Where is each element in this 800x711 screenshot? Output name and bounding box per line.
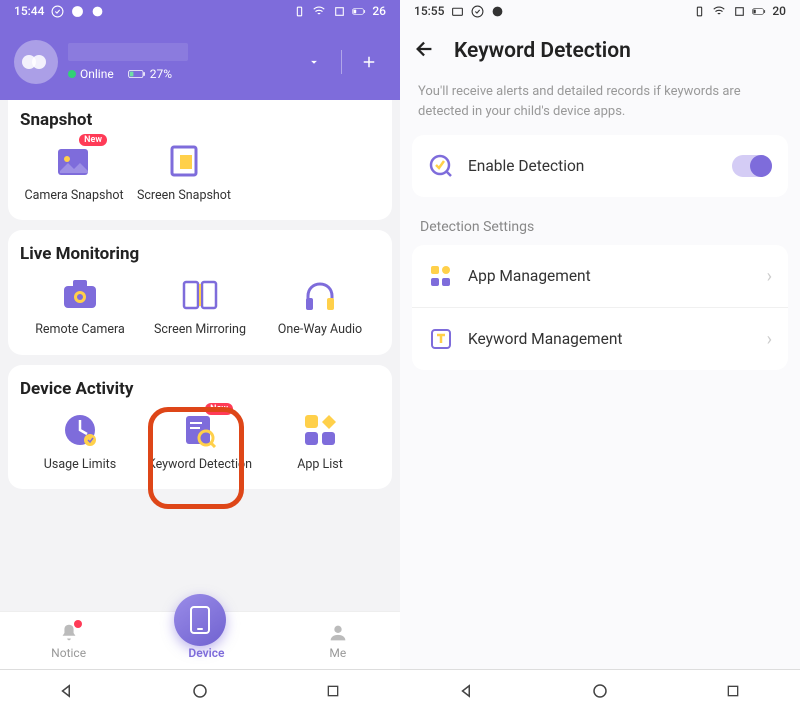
status-battery-pct: 20 [772,4,786,18]
page-description: You'll receive alerts and detailed recor… [400,74,800,135]
home-button[interactable] [170,676,230,706]
keyword-detection-icon: New [179,409,221,451]
one-way-audio-item[interactable]: One-Way Audio [260,274,380,338]
new-badge: New [79,134,107,146]
detection-icon [428,153,454,179]
app-list-item[interactable]: App List [260,409,380,473]
notification-dot [74,620,82,628]
tab-me[interactable]: Me [327,622,349,660]
back-button[interactable] [37,676,97,706]
settings-card: App Management › Keyword Management › [412,245,788,370]
bell-icon [58,622,80,644]
wifi-icon [312,4,326,18]
battery-icon [352,4,366,18]
android-navbar [400,669,800,711]
battery-icon [752,4,766,18]
activity-title: Device Activity [20,379,380,399]
screen-snapshot-item[interactable]: Screen Snapshot [128,140,240,204]
avatar[interactable] [14,40,58,84]
device-battery: 27% [128,67,172,81]
app-management-row[interactable]: App Management › [412,245,788,307]
live-monitoring-card: Live Monitoring Remote Camera Screen Mir… [8,230,392,354]
remote-camera-item[interactable]: Remote Camera [20,274,140,338]
screen-mirroring-icon [179,274,221,316]
home-button[interactable] [570,676,630,706]
android-navbar [0,669,400,711]
app-management-icon [428,263,454,289]
keyword-detection-item[interactable]: New Keyword Detection [140,409,260,473]
back-button[interactable] [414,38,436,64]
vibrate-icon [292,4,306,18]
page-title: Keyword Detection [454,39,631,63]
usage-limits-item[interactable]: Usage Limits [20,409,140,473]
usage-limits-icon [59,409,101,451]
profile-header: Online 27% [0,22,400,100]
back-button[interactable] [437,676,497,706]
tab-notice[interactable]: Notice [51,622,86,660]
screen-mirroring-item[interactable]: Screen Mirroring [140,274,260,338]
recent-button[interactable] [303,676,363,706]
bottom-tabs: Notice Device Me [0,611,400,669]
recent-button[interactable] [703,676,763,706]
globe-icon [490,4,504,18]
status-bar: 15:44 26 [0,0,400,22]
status-time: 15:44 [14,4,44,18]
camera-snapshot-item[interactable]: New Camera Snapshot [20,140,128,204]
vibrate-icon [692,4,706,18]
enable-toggle[interactable] [732,155,772,177]
chevron-right-icon: › [767,266,772,287]
snapshot-title: Snapshot [20,110,380,130]
snapshot-card: Snapshot New Camera Snapshot Screen Snap… [8,100,392,220]
checkmark-icon [470,4,484,18]
status-time: 15:55 [414,4,444,18]
person-icon [70,4,84,18]
live-title: Live Monitoring [20,244,380,264]
keyword-management-row[interactable]: Keyword Management › [412,307,788,370]
add-button[interactable] [352,45,386,79]
enable-detection-row[interactable]: Enable Detection [412,135,788,197]
wifi-icon [712,4,726,18]
tab-device-fab[interactable] [174,594,226,646]
back-arrow-icon [414,38,436,60]
camera-snapshot-icon: New [53,140,95,182]
rect-icon [332,4,346,18]
page-header: Keyword Detection [400,22,800,74]
globe-icon [90,4,104,18]
chevron-right-icon: › [767,329,772,350]
online-status: Online [68,67,114,81]
checkmark-icon [50,4,64,18]
person-icon [327,622,349,644]
status-bar: 15:55 20 [400,0,800,22]
section-title: Detection Settings [400,215,800,245]
folder-icon [450,4,464,18]
enable-card: Enable Detection [412,135,788,197]
status-battery-pct: 26 [372,4,386,18]
device-activity-card: Device Activity Usage Limits New Keyword… [8,365,392,489]
remote-camera-icon [59,274,101,316]
keyword-management-icon [428,326,454,352]
phone-icon [189,606,211,634]
dropdown-button[interactable] [297,45,331,79]
headphones-icon [299,274,341,316]
rect-icon [732,4,746,18]
profile-name-placeholder [68,43,188,61]
new-badge: New [205,403,233,415]
app-list-icon [299,409,341,451]
screen-snapshot-icon [163,140,205,182]
